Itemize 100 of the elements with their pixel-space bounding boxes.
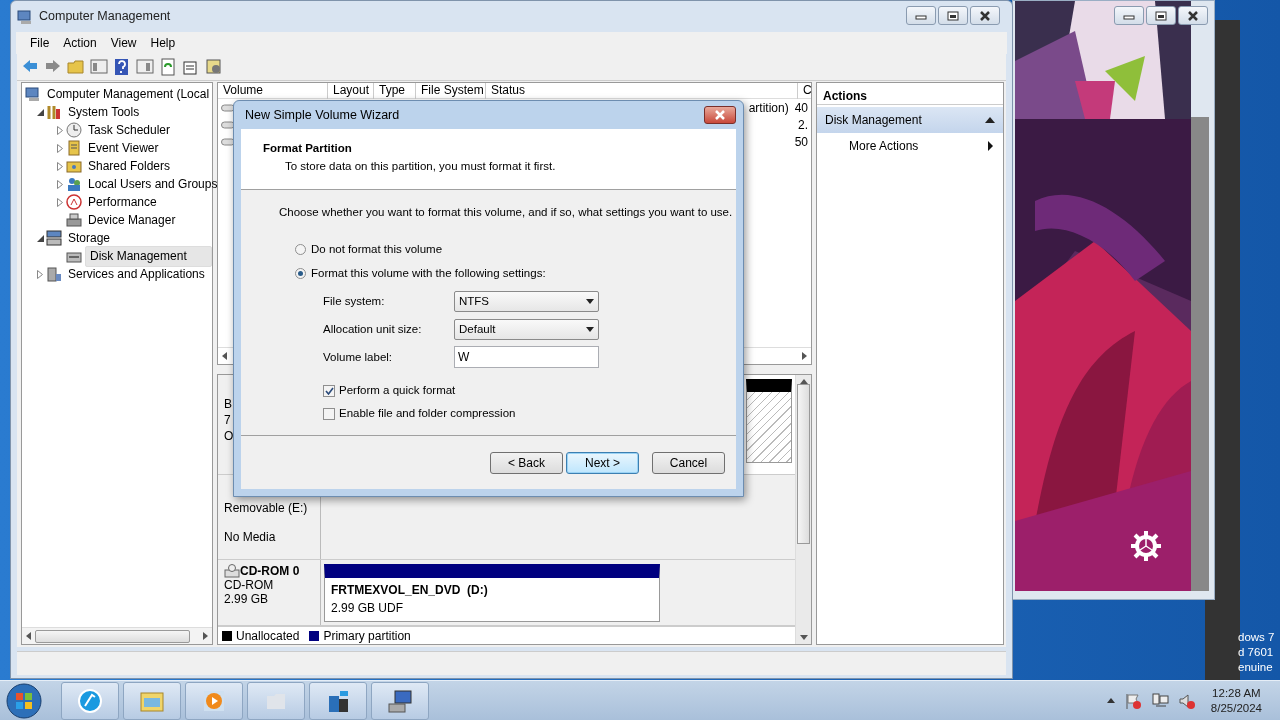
table-cell: 50 [794,134,808,149]
tree-item[interactable]: Storage [65,228,114,248]
scroll-right-icon[interactable] [201,632,209,640]
collapsed-arrow-icon[interactable] [57,125,63,135]
disk-info: No Media [224,529,277,544]
page-subheading: To store data on this partition, you must format it first. [285,159,556,175]
wizard-button[interactable]: Next > [566,451,639,474]
menu-item[interactable]: Action [57,34,105,52]
desktop-text: d 7601 [1238,645,1275,660]
close-button[interactable] [1178,6,1208,25]
checkbox-label: Enable file and folder compression [339,406,516,422]
maximize-button[interactable] [938,6,968,25]
collapse-icon[interactable] [985,117,995,123]
tree-item[interactable]: Local Users and Groups [85,174,221,194]
services-icon [46,266,62,282]
menu-item[interactable]: Help [144,34,184,52]
tree-item[interactable]: Device Manager [85,210,179,230]
partition-info: 2.99 GB UDF [331,600,405,617]
maximize-icon [1155,10,1167,21]
dropdown[interactable]: Default [454,318,599,340]
flag-icon[interactable] [1123,691,1142,710]
tree-item[interactable]: Event Viewer [85,138,162,158]
scroll-left-icon[interactable] [25,632,33,640]
radio-button[interactable] [295,267,306,279]
scrollbar[interactable] [1191,117,1209,591]
dropdown-arrow-icon [586,326,594,332]
disk-info: 2.99 GB [224,592,270,606]
users-icon [66,176,82,192]
action-section[interactable]: Disk Management [817,107,1003,133]
column-header[interactable]: Status [486,82,798,99]
disk-name: CD-ROM 0 [240,564,300,578]
folder-icon [66,158,82,174]
tree-item[interactable]: Services and Applications [65,264,208,284]
menu-item[interactable]: View [104,34,145,52]
scroll-left-icon[interactable] [221,352,229,360]
clock[interactable]: 12:28 AM 8/25/2024 [1210,685,1262,716]
table-cell: 40 [794,100,808,115]
tree-item[interactable]: Task Scheduler [85,120,174,140]
scrollbar-thumb[interactable] [797,384,810,544]
scroll-right-icon[interactable] [800,352,808,360]
radio-button[interactable] [295,243,306,255]
disk-info: O [224,429,235,443]
desktop-text: dows 7 [1238,630,1276,645]
close-button[interactable] [970,6,1000,25]
expanded-arrow-icon[interactable] [36,234,44,242]
scrollbar-thumb[interactable] [35,629,190,643]
help-icon[interactable] [113,58,131,76]
show-hidden-icons-icon[interactable] [1106,698,1115,703]
column-header[interactable]: Type [374,82,416,99]
page-heading: Format Partition [263,141,352,156]
tree-item[interactable]: Performance [85,192,160,212]
settings-icon[interactable] [205,58,223,76]
tree-item[interactable]: Computer Management (Local [44,84,213,104]
maximize-button[interactable] [1146,6,1176,25]
action-item[interactable]: More Actions [817,133,1003,159]
panel-icon[interactable] [136,58,154,76]
folder-icon[interactable] [67,58,85,76]
cd-drive-icon [224,564,240,578]
close-button[interactable] [704,106,736,124]
expanded-arrow-icon[interactable] [36,108,44,116]
wizard-button[interactable]: < Back [490,451,563,474]
browser-icon [76,686,104,715]
scroll-down-icon[interactable] [799,635,808,641]
computer-icon [25,86,41,102]
collapsed-arrow-icon[interactable] [57,143,63,153]
speaker-icon[interactable] [1177,691,1196,710]
panel-icon[interactable] [90,58,108,76]
dropdown[interactable]: NTFS [454,290,599,312]
tree-item[interactable]: Shared Folders [85,156,174,176]
field-label: Allocation unit size: [323,321,423,337]
close-icon [714,110,726,120]
collapsed-arrow-icon[interactable] [57,197,63,207]
column-header[interactable]: Volume [218,82,328,99]
properties-icon[interactable] [182,58,200,76]
checkbox[interactable] [323,384,335,397]
collapsed-arrow-icon[interactable] [57,179,63,189]
collapsed-arrow-icon[interactable] [57,161,63,171]
taskbar-button[interactable] [309,681,367,720]
storage-icon [46,230,62,246]
gauge-icon [66,194,82,210]
menu-item[interactable]: File [24,34,58,52]
refresh-icon[interactable] [159,58,177,76]
tree-item[interactable]: Disk Management [85,245,212,267]
gear-icon [1129,529,1163,563]
wizard-button[interactable]: Cancel [652,451,725,474]
taskbar-button[interactable] [371,681,429,720]
text-field[interactable]: W [454,346,599,369]
drive-icon [221,119,235,130]
legend-label: Unallocated [236,627,300,645]
field-label: Volume label: [323,349,394,365]
submenu-arrow-icon [988,141,993,151]
column-header[interactable]: File System [416,82,486,99]
column-header[interactable]: Layout [328,82,374,99]
tools-icon [46,104,62,120]
collapsed-arrow-icon[interactable] [37,269,43,279]
checkbox-label: Perform a quick format [339,383,456,399]
network-icon[interactable] [1150,691,1169,710]
tree-item[interactable]: System Tools [65,102,143,122]
drive-icon [221,136,235,147]
checkbox[interactable] [323,407,335,420]
